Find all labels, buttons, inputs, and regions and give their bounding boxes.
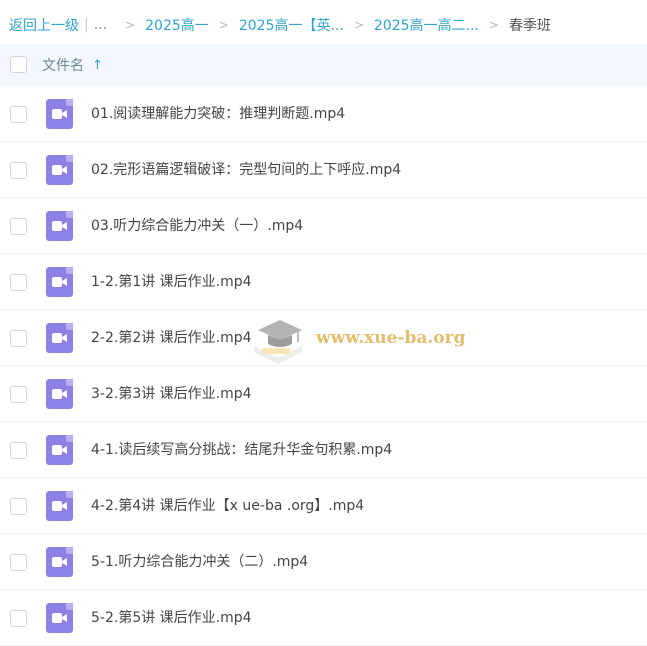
filename-column-header[interactable]: 文件名 ↑ [42,55,103,75]
row-checkbox[interactable] [10,218,27,235]
video-file-icon [46,379,73,409]
row-checkbox[interactable] [10,274,27,291]
breadcrumb-item[interactable]: 2025高一 [145,15,209,35]
file-name[interactable]: 4-1.读后续写高分挑战：结尾升华金句积累.mp4 [91,422,392,478]
file-name[interactable]: 2-2.第2讲 课后作业.mp4 [91,310,252,366]
video-file-icon [46,211,73,241]
row-checkbox[interactable] [10,162,27,179]
row-checkbox[interactable] [10,330,27,347]
breadcrumb-item[interactable]: 2025高一高二... [374,15,479,35]
file-name[interactable]: 01.阅读理解能力突破：推理判断题.mp4 [91,86,345,142]
file-row[interactable]: 5-2.第5讲 课后作业.mp4 [0,590,647,646]
row-checkbox[interactable] [10,442,27,459]
row-checkbox[interactable] [10,386,27,403]
file-row[interactable]: 5-1.听力综合能力冲关（二）.mp4 [0,534,647,590]
video-file-icon [46,603,73,633]
video-file-icon [46,99,73,129]
file-name[interactable]: 3-2.第3讲 课后作业.mp4 [91,366,252,422]
arrow-up-icon[interactable]: ↑ [92,58,103,73]
file-row[interactable]: 01.阅读理解能力突破：推理判断题.mp4 [0,86,647,142]
breadcrumb-item[interactable]: 2025高一【英... [239,15,344,35]
back-link[interactable]: 返回上一级 [9,15,79,35]
row-checkbox[interactable] [10,554,27,571]
breadcrumb: 返回上一级 | ... > 2025高一 > 2025高一【英... > 202… [0,0,647,50]
video-file-icon [46,435,73,465]
video-file-icon [46,323,73,353]
file-name[interactable]: 1-2.第1讲 课后作业.mp4 [91,254,252,310]
file-row[interactable]: 4-2.第4讲 课后作业【x ue-ba .org】.mp4 [0,478,647,534]
file-row[interactable]: 2-2.第2讲 课后作业.mp4 [0,310,647,366]
file-name[interactable]: 02.完形语篇逻辑破译：完型句间的上下呼应.mp4 [91,142,401,198]
chevron-right-icon: > [488,18,499,32]
chevron-right-icon: > [218,18,229,32]
file-name[interactable]: 5-1.听力综合能力冲关（二）.mp4 [91,534,308,590]
file-row[interactable]: 02.完形语篇逻辑破译：完型句间的上下呼应.mp4 [0,142,647,198]
chevron-right-icon: > [125,18,136,32]
row-checkbox[interactable] [10,610,27,627]
file-name[interactable]: 5-2.第5讲 课后作业.mp4 [91,590,252,646]
breadcrumb-ellipsis[interactable]: ... [94,17,107,33]
file-row[interactable]: 03.听力综合能力冲关（一）.mp4 [0,198,647,254]
breadcrumb-current: 春季班 [508,18,551,34]
filename-column-label: 文件名 [42,58,84,74]
chevron-right-icon: > [353,18,364,32]
file-row[interactable]: 4-1.读后续写高分挑战：结尾升华金句积累.mp4 [0,422,647,478]
video-file-icon [46,491,73,521]
breadcrumb-divider: | [84,17,89,33]
video-file-icon [46,547,73,577]
file-list: 01.阅读理解能力突破：推理判断题.mp4 02.完形语篇逻辑破译：完型句间的上下… [0,86,647,646]
file-row[interactable]: 1-2.第1讲 课后作业.mp4 [0,254,647,310]
select-all-checkbox[interactable] [10,56,27,73]
file-list-header: 文件名 ↑ [0,44,647,86]
file-row[interactable]: 3-2.第3讲 课后作业.mp4 [0,366,647,422]
video-file-icon [46,267,73,297]
row-checkbox[interactable] [10,498,27,515]
file-name[interactable]: 03.听力综合能力冲关（一）.mp4 [91,198,303,254]
row-checkbox[interactable] [10,106,27,123]
video-file-icon [46,155,73,185]
file-name[interactable]: 4-2.第4讲 课后作业【x ue-ba .org】.mp4 [91,478,364,534]
